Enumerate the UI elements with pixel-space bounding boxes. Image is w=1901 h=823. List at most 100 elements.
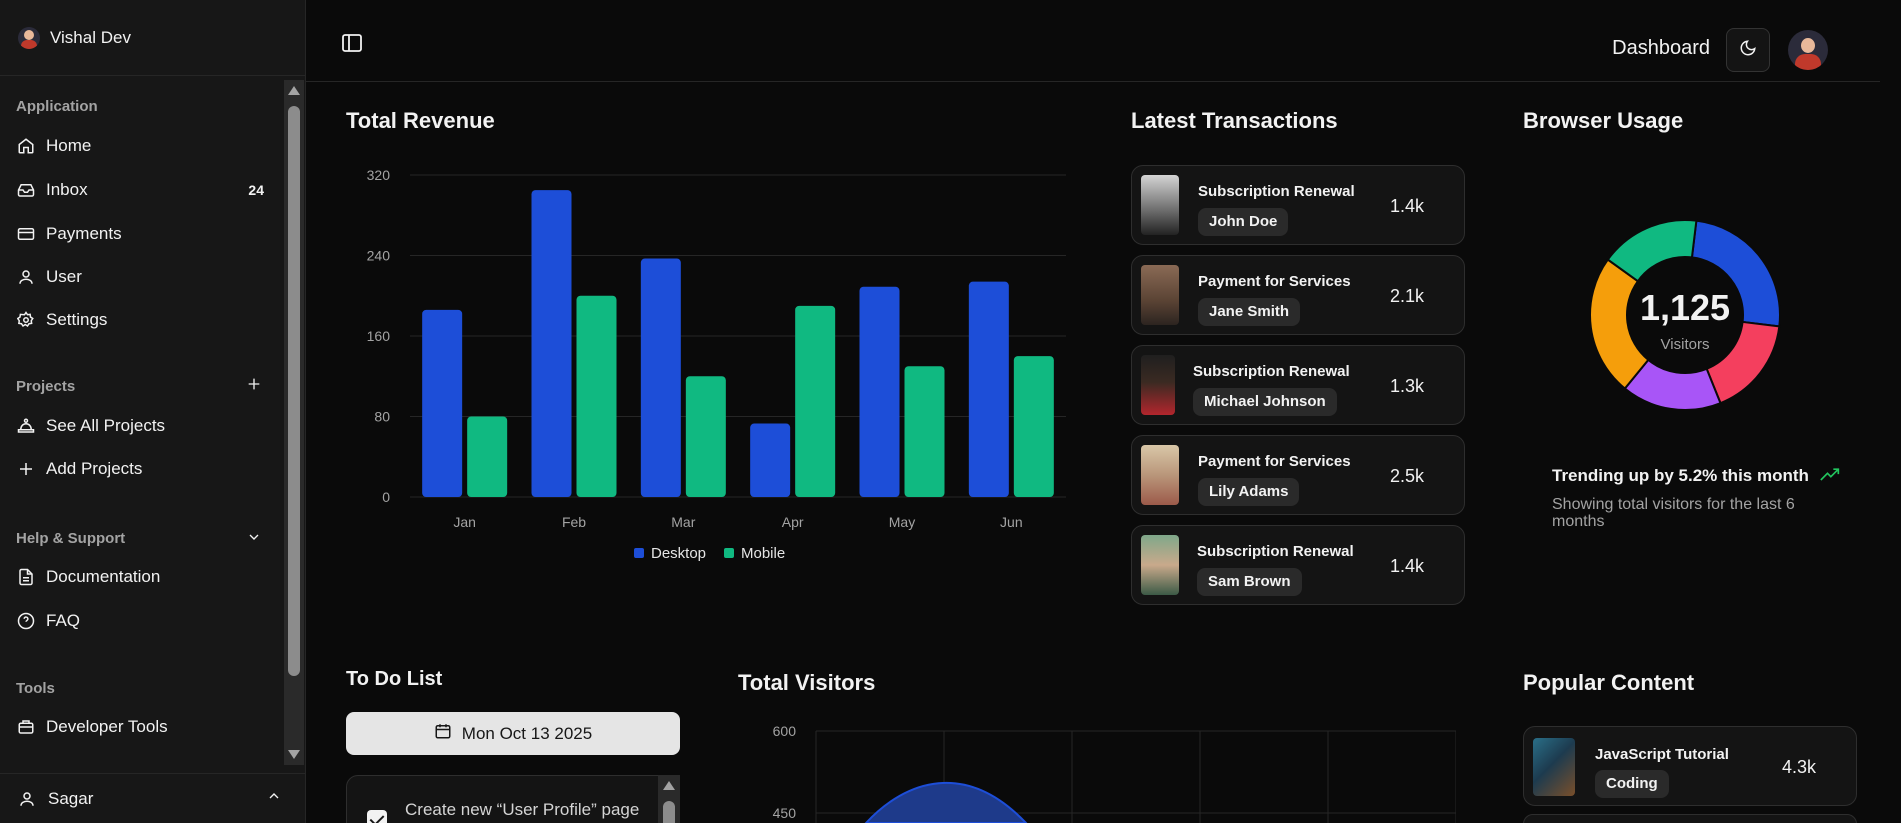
sidebar-toggle-icon[interactable] (342, 34, 362, 52)
todo-checkbox[interactable] (367, 810, 387, 823)
bar-desktop (750, 423, 791, 497)
sidebar-item-user[interactable]: User (8, 259, 276, 295)
bar-desktop (640, 258, 681, 497)
page-title[interactable]: Dashboard (1612, 37, 1710, 60)
transaction-amount: 1.3k (1390, 376, 1425, 396)
popular-content-card[interactable] (1523, 814, 1857, 823)
scroll-up-arrow[interactable] (663, 781, 675, 790)
sidebar-item-label: Add Projects (46, 459, 143, 478)
add-project-plus-icon[interactable] (246, 376, 262, 397)
content-thumbnail (1533, 738, 1575, 796)
credit-card-icon (16, 224, 36, 244)
transaction-card[interactable]: Subscription Renewal Sam Brown 1.4k (1131, 525, 1465, 605)
x-tick-label: Mar (671, 514, 695, 530)
sidebar-item-label: Payments (46, 224, 122, 243)
bar-mobile (1013, 356, 1054, 497)
inbox-icon (16, 180, 36, 200)
bar-mobile (904, 366, 945, 497)
content-views: 4.3k (1782, 757, 1817, 777)
bar-mobile (685, 376, 726, 497)
sidebar-item-documentation[interactable]: Documentation (8, 559, 276, 595)
sidebar-item-home[interactable]: Home (8, 128, 276, 164)
chevron-down-icon[interactable] (246, 529, 262, 550)
transaction-title: Subscription Renewal (1198, 183, 1355, 200)
bar-mobile (467, 416, 508, 497)
y-tick-label: 320 (367, 167, 391, 183)
sidebar-item-add-projects[interactable]: Add Projects (8, 451, 276, 487)
sidebar-item-see-all-projects[interactable]: See All Projects (8, 408, 276, 444)
avatar[interactable] (1788, 30, 1828, 70)
sidebar-item-label: Developer Tools (46, 717, 168, 736)
browser-donut-chart: 1,125 Visitors (1589, 219, 1781, 411)
transaction-name-badge: Lily Adams (1198, 478, 1300, 506)
sidebar-item-faq[interactable]: FAQ (8, 603, 276, 639)
sidebar-item-developer-tools[interactable]: Developer Tools (8, 709, 276, 745)
y-tick-label: 0 (382, 489, 390, 505)
sidebar-nav: Application Home Inbox 24 Payments User … (0, 80, 285, 765)
calendar-icon (434, 722, 452, 745)
sidebar-item-label: See All Projects (46, 416, 166, 435)
group-title-application: Application (16, 98, 98, 115)
sidebar-item-payments[interactable]: Payments (8, 216, 276, 252)
transaction-avatar (1141, 355, 1175, 415)
scroll-down-arrow[interactable] (288, 750, 300, 759)
sidebar-footer-user[interactable]: Sagar (0, 773, 306, 823)
user-icon (18, 790, 36, 808)
content-title: JavaScript Tutorial (1595, 746, 1729, 763)
transaction-card[interactable]: Payment for Services Lily Adams 2.5k (1131, 435, 1465, 515)
trending-up-icon (1819, 467, 1840, 487)
donut-total: 1,125 (1640, 287, 1730, 328)
theme-toggle-button[interactable] (1726, 28, 1770, 72)
transaction-title: Payment for Services (1198, 273, 1351, 290)
sidebar-item-label: FAQ (46, 611, 81, 630)
revenue-title: Total Revenue (346, 108, 495, 133)
gear-icon (16, 310, 36, 330)
scrollbar-thumb[interactable] (288, 106, 300, 676)
moon-icon (1739, 39, 1757, 62)
bar-mobile (795, 305, 836, 497)
todo-list: Create new “User Profile” page (346, 775, 680, 823)
transaction-avatar (1141, 265, 1179, 325)
inbox-count-badge: 24 (248, 182, 264, 198)
transaction-amount: 2.1k (1390, 286, 1425, 306)
transaction-card[interactable]: Subscription Renewal John Doe 1.4k (1131, 165, 1465, 245)
todo-title: To Do List (346, 668, 443, 690)
sidebar-user-header[interactable]: Vishal Dev (0, 0, 306, 76)
transaction-card[interactable]: Subscription Renewal Michael Johnson 1.3… (1131, 345, 1465, 425)
help-circle-icon (16, 611, 36, 631)
x-tick-label: Jun (1000, 514, 1023, 530)
footer-user-name: Sagar (48, 788, 94, 808)
transaction-avatar (1141, 535, 1179, 595)
bar-desktop (531, 190, 572, 497)
transaction-title: Subscription Renewal (1193, 363, 1350, 380)
scroll-up-arrow[interactable] (288, 86, 300, 95)
sidebar-item-label: Home (46, 136, 92, 155)
sidebar-item-settings[interactable]: Settings (8, 302, 276, 338)
legend-swatch (724, 548, 734, 558)
main-scrollbar[interactable] (1880, 0, 1901, 823)
todo-scrollbar[interactable] (658, 775, 680, 823)
legend-swatch (634, 548, 644, 558)
group-title-tools: Tools (16, 680, 55, 697)
sidebar-item-label: Documentation (46, 567, 161, 586)
group-title-projects: Projects (16, 378, 76, 395)
scrollbar-thumb[interactable] (663, 801, 675, 823)
todo-date-label: Mon Oct 13 2025 (461, 723, 593, 743)
transaction-card[interactable]: Payment for Services Jane Smith 2.1k (1131, 255, 1465, 335)
chevron-up-icon (266, 788, 282, 809)
popular-title: Popular Content (1523, 670, 1695, 695)
trend-subtitle: Showing total visitors for the last 6 mo… (1552, 496, 1795, 530)
bar-desktop (859, 286, 900, 497)
todo-date-picker-button[interactable]: Mon Oct 13 2025 (346, 712, 680, 755)
sidebar-item-inbox[interactable]: Inbox 24 (8, 172, 276, 208)
avatar (18, 26, 40, 49)
donut-total-label: Visitors (1661, 336, 1710, 353)
group-title-help: Help & Support (16, 530, 126, 547)
plus-icon (16, 459, 36, 479)
x-tick-label: Jan (453, 514, 476, 530)
sidebar-scrollbar[interactable] (284, 80, 304, 765)
sidebar-item-label: Settings (46, 310, 108, 329)
y-tick-label: 80 (374, 409, 390, 425)
transactions-title: Latest Transactions (1131, 108, 1338, 133)
popular-content-card[interactable]: JavaScript Tutorial Coding 4.3k (1523, 726, 1857, 806)
